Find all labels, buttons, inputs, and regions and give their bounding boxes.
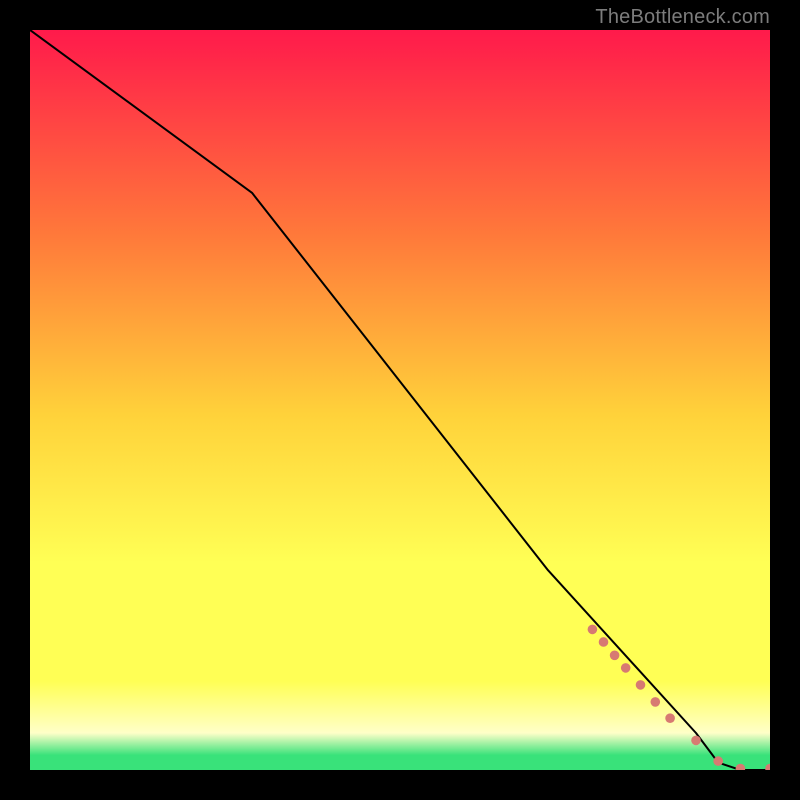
data-marker: [621, 663, 631, 673]
attribution-label: TheBottleneck.com: [595, 6, 770, 29]
data-marker: [610, 650, 620, 660]
data-marker: [599, 637, 609, 647]
data-marker: [636, 680, 646, 690]
data-marker: [691, 736, 701, 746]
data-marker: [650, 697, 660, 707]
data-marker: [588, 625, 598, 635]
data-marker: [665, 713, 675, 723]
data-marker: [713, 756, 723, 766]
bottleneck-chart: [30, 30, 770, 770]
chart-frame: TheBottleneck.com: [0, 0, 800, 800]
gradient-background: [30, 30, 770, 770]
